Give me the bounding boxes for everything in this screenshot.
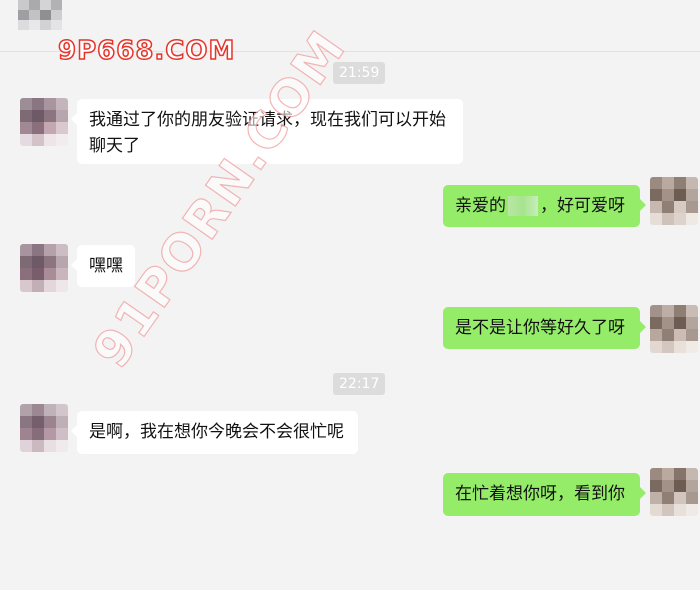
timestamp-pill: 22:17 bbox=[333, 373, 386, 395]
contact-avatar[interactable] bbox=[20, 404, 68, 452]
message-text: ，好可爱呀 bbox=[540, 196, 625, 216]
self-avatar[interactable] bbox=[650, 305, 698, 353]
self-avatar[interactable] bbox=[650, 177, 698, 225]
blurred-name bbox=[508, 196, 538, 216]
message-bubble-received[interactable]: 是啊，我在想你今晚会不会很忙呢 bbox=[71, 411, 358, 454]
message-bubble-sent[interactable]: 是不是让你等好久了呀 bbox=[443, 307, 646, 349]
contact-avatar[interactable] bbox=[20, 244, 68, 292]
top-avatar-fragment bbox=[18, 0, 62, 30]
message-text: 亲爱的 bbox=[455, 196, 506, 216]
message-bubble-sent[interactable]: 亲爱的 ，好可爱呀 bbox=[443, 185, 646, 227]
message-bubble-sent[interactable]: 在忙着想你呀，看到你 bbox=[443, 473, 646, 516]
watermark-logo: 9P668.COM bbox=[57, 35, 236, 67]
self-avatar[interactable] bbox=[650, 468, 698, 516]
contact-avatar[interactable] bbox=[20, 98, 68, 146]
watermark-diagonal: 91PORN.COM bbox=[81, 19, 358, 379]
